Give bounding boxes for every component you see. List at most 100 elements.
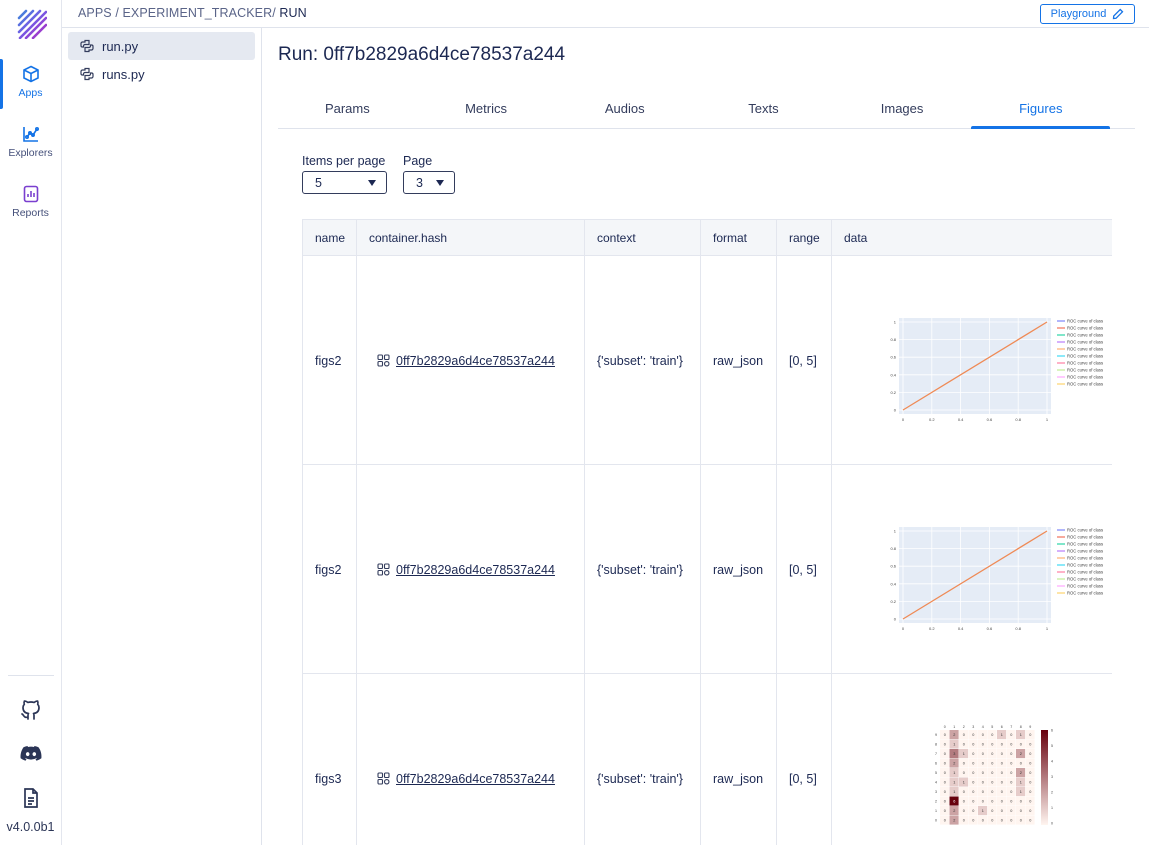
discord-icon[interactable] [19,742,43,766]
container-hash-text: 0ff7b2829a6d4ce78537a244 [396,562,555,577]
x-tick-label: 4 [982,725,984,729]
heatmap-cell-label: 1 [963,781,965,785]
heatmap-cell-label: 1 [982,809,984,813]
heatmap-cell-label: 0 [1010,790,1012,794]
roc-curve-figure[interactable]: 00 0.2 0.2 0.4 0.4 0.6 0.6 0.8 0.8 1 1 ROC curve of… [877,523,1112,635]
x-tick-label: 5 [991,725,993,729]
confusion-matrix-heatmap[interactable]: 0 1 2 3 4 5 6 7 8 9 9 0 2 0 0 0 0 1 0 1 0 8 0 1 0 0 0 0 0 0 0 0 7 0 3 1 0 0 0 0… [928,722,1078,834]
container-hash-link[interactable]: 0ff7b2829a6d4ce78537a244 [377,354,555,368]
items-per-page-value: 5 [315,175,322,190]
y-tick-label: 0.4 [890,581,896,586]
heatmap-cell-label: 0 [944,752,946,756]
cell-data: 0 0 0.2 0.2 0.4 0.4 0.6 0.6 0.8 0.8 1 1 ROC curve of… [832,465,1112,674]
legend-label: ROC curve of class [1067,556,1103,561]
rail-item-apps[interactable]: Apps [0,59,61,109]
heatmap-cell-label: 1 [963,752,965,756]
tab-params[interactable]: Params [278,96,417,128]
main-content: Run: 0ff7b2829a6d4ce78537a244 Params Met… [262,28,1149,845]
playground-button[interactable]: Playground [1040,4,1135,24]
heatmap-cell-label: 0 [963,790,965,794]
cell-name: figs2 [303,465,357,674]
heatmap-cell-label: 0 [972,743,974,747]
heatmap-cell-label: 0 [1010,800,1012,804]
x-tick-label: 0.8 [1015,417,1021,422]
legend-label: ROC curve of class [1067,591,1103,596]
top-bar: APPS / EXPERIMENT_TRACKER/ RUN Playgroun… [62,0,1149,28]
heatmap-cell-label: 0 [963,771,965,775]
y-tick-label: 0.2 [890,390,896,395]
chart-icon [22,126,39,142]
heatmap-cell-label: 0 [982,790,984,794]
cell-context: {'subset': 'train'} [585,465,701,674]
python-icon [80,39,94,53]
cell-context: {'subset': 'train'} [585,674,701,845]
cell-data: 0 0 0.2 0.2 0.4 0.4 0.6 0.6 0.8 0.8 1 1 ROC curve of… [832,256,1112,465]
tab-texts[interactable]: Texts [694,96,833,128]
heatmap-cell-label: 1 [953,790,955,794]
heatmap-cell-label: 0 [944,762,946,766]
version-label: v4.0.0b1 [6,820,55,834]
y-tick-label: 0 [894,408,897,413]
heatmap-cell-label: 2 [1020,771,1022,775]
column-header-container-hash: container.hash [357,220,585,256]
heatmap-cell-label: 0 [1020,809,1022,813]
roc-curve-figure[interactable]: 00 0.2 0.2 0.4 0.4 0.6 0.6 0.8 0.8 1 1 ROC curve of… [877,314,1112,426]
tab-audios[interactable]: Audios [555,96,694,128]
breadcrumb-experiment-tracker[interactable]: EXPERIMENT_TRACKER [122,6,272,20]
rail-item-explorers[interactable]: Explorers [0,119,61,169]
y-tick-label: 0.8 [890,337,896,342]
heatmap-cell-label: 1 [1020,781,1022,785]
docs-icon[interactable] [19,786,43,810]
y-tick-label: 3 [935,790,937,794]
items-per-page-select[interactable]: 5 [302,171,387,194]
cell-format: raw_json [701,674,777,845]
heatmap-cell-label: 0 [1010,743,1012,747]
heatmap-cell-label: 0 [982,762,984,766]
heatmap-cell-label: 0 [991,762,993,766]
heatmap-cell-label: 0 [972,781,974,785]
page-select[interactable]: 3 [403,171,455,194]
cell-name: figs3 [303,674,357,845]
heatmap-cell-label: 0 [972,771,974,775]
container-hash-link[interactable]: 0ff7b2829a6d4ce78537a244 [377,772,555,786]
heatmap-cell-label: 0 [963,733,965,737]
heatmap-cell-label: 0 [1029,800,1031,804]
heatmap-cell-label: 0 [991,819,993,823]
heatmap-cell-label: 0 [982,819,984,823]
file-item-runs-py[interactable]: runs.py [68,60,255,88]
heatmap-cell-label: 0 [1001,781,1003,785]
aim-logo-icon[interactable] [17,9,47,39]
legend-label: ROC curve of class [1067,382,1103,387]
tab-figures[interactable]: Figures [971,96,1110,129]
heatmap-cell-label: 0 [982,781,984,785]
heatmap-cell-label: 0 [972,752,974,756]
y-tick-label: 6 [935,762,937,766]
rail-item-reports[interactable]: Reports [0,179,61,229]
playground-label: Playground [1050,8,1107,20]
colorbar-tick-label: 6 [1051,729,1053,733]
y-tick-label: 8 [935,743,937,747]
heatmap-cell-label: 0 [982,743,984,747]
container-hash-text: 0ff7b2829a6d4ce78537a244 [396,771,555,786]
pencil-icon [1113,8,1124,20]
x-tick-label: 8 [1020,725,1022,729]
heatmap-cell-label: 1 [1001,733,1003,737]
tab-metrics[interactable]: Metrics [417,96,556,128]
rail-divider [8,675,54,676]
heatmap-cell-label: 0 [1029,819,1031,823]
x-tick-label: 3 [972,725,974,729]
heatmap-cell-label: 0 [1010,781,1012,785]
heatmap-cell-label: 0 [1020,743,1022,747]
cube-icon [22,65,39,83]
x-tick-label: 1 [953,725,955,729]
heatmap-cell-label: 0 [991,733,993,737]
breadcrumb-apps[interactable]: APPS [78,6,112,20]
page-title: Run: 0ff7b2829a6d4ce78537a244 [278,44,566,65]
file-name: runs.py [102,66,145,82]
container-icon [377,772,390,785]
container-hash-link[interactable]: 0ff7b2829a6d4ce78537a244 [377,563,555,577]
github-icon[interactable] [19,698,43,722]
page-value: 3 [416,175,423,190]
file-item-run-py[interactable]: run.py [68,32,255,60]
tab-images[interactable]: Images [833,96,972,128]
